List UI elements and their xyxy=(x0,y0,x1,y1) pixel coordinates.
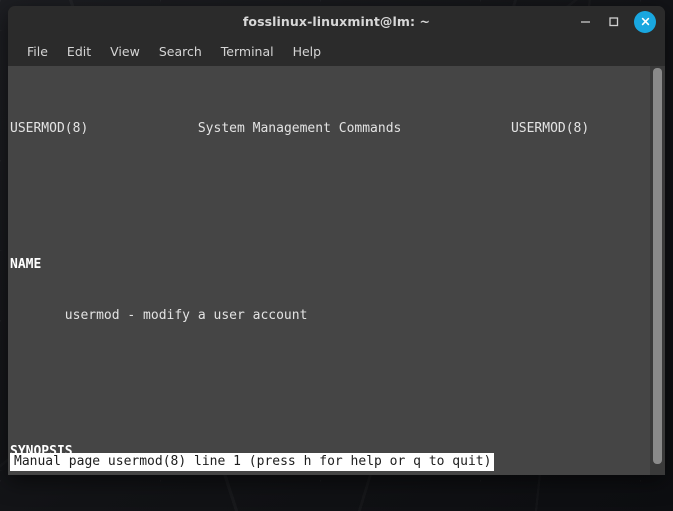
window-title: fosslinux-linuxmint@lm: ~ xyxy=(242,14,431,29)
terminal-body[interactable]: USERMOD(8) System Management Commands US… xyxy=(8,66,665,475)
menu-item-search[interactable]: Search xyxy=(151,41,210,62)
pager-status-bar: Manual page usermod(8) line 1 (press h f… xyxy=(10,453,495,471)
menu-item-terminal[interactable]: Terminal xyxy=(213,41,282,62)
menu-item-file[interactable]: File xyxy=(19,41,56,62)
header-gap-1 xyxy=(88,121,198,136)
section-heading-name: NAME xyxy=(10,257,42,272)
manpage-text[interactable]: USERMOD(8) System Management Commands US… xyxy=(8,66,650,475)
close-icon[interactable] xyxy=(634,10,656,33)
name-body: usermod - modify a user account xyxy=(10,308,308,323)
manpage-header-center: System Management Commands xyxy=(197,121,402,136)
minimize-icon[interactable] xyxy=(578,14,593,29)
maximize-icon[interactable] xyxy=(606,14,621,29)
manpage-header-line: USERMOD(8) System Management Commands US… xyxy=(10,120,650,137)
terminal-scrollbar[interactable] xyxy=(650,66,665,475)
window-titlebar[interactable]: fosslinux-linuxmint@lm: ~ xyxy=(8,6,665,37)
menu-item-view[interactable]: View xyxy=(102,41,148,62)
header-gap-2 xyxy=(401,121,511,136)
menubar: File Edit View Search Terminal Help xyxy=(8,37,665,66)
manpage-header-left: USERMOD(8) xyxy=(10,121,89,136)
menu-item-help[interactable]: Help xyxy=(285,41,330,62)
manpage-header-right: USERMOD(8) xyxy=(510,121,590,136)
terminal-window: fosslinux-linuxmint@lm: ~ File Edit View… xyxy=(8,6,665,475)
menu-item-edit[interactable]: Edit xyxy=(59,41,99,62)
scrollbar-thumb[interactable] xyxy=(653,68,662,464)
window-controls xyxy=(578,6,656,37)
